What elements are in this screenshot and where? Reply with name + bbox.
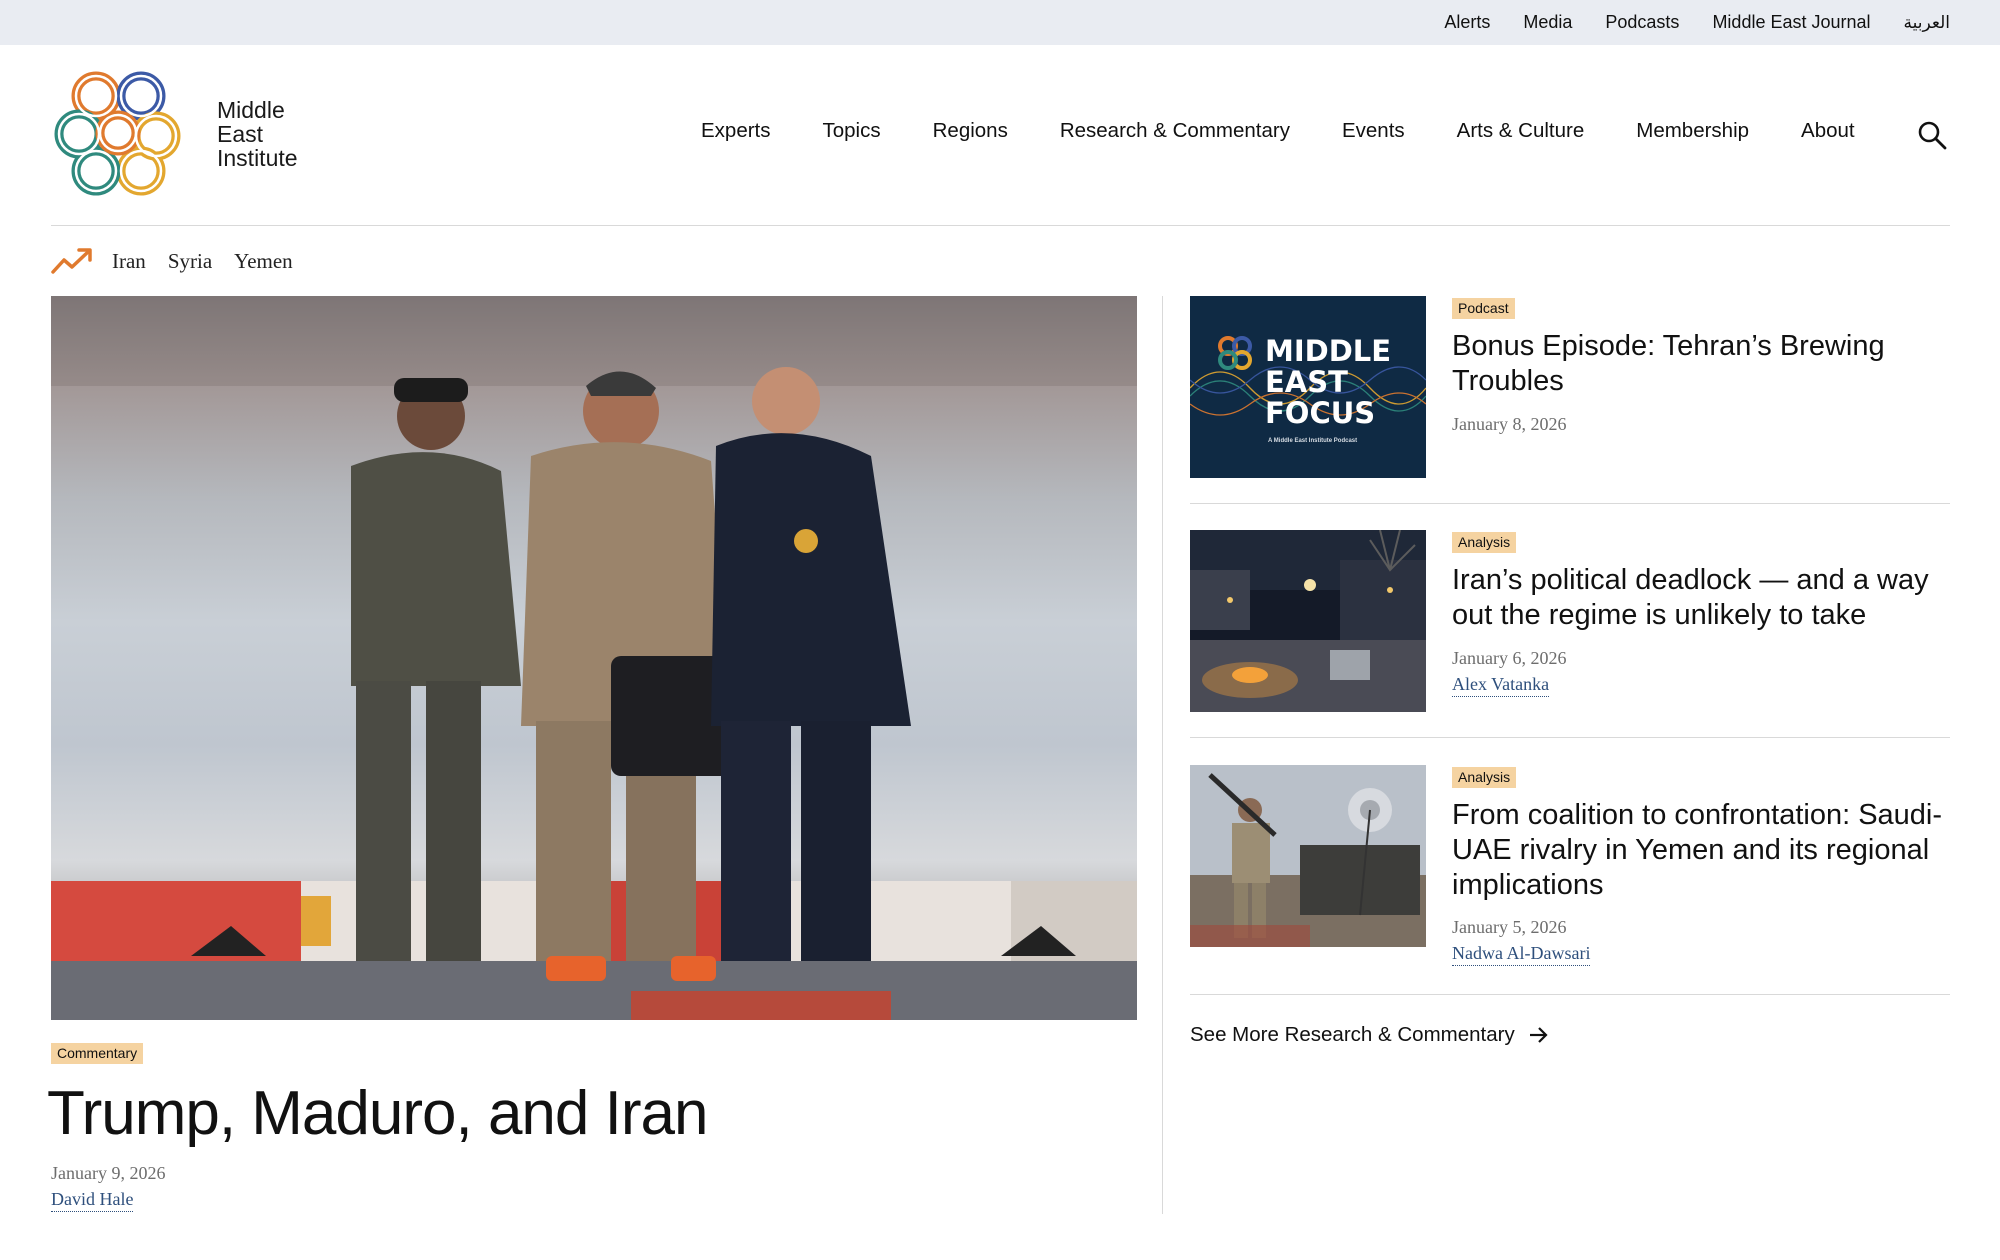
- nav-research-commentary[interactable]: Research & Commentary: [1060, 119, 1290, 143]
- arrow-right-icon: [1529, 1027, 1548, 1043]
- nav-events[interactable]: Events: [1342, 119, 1405, 143]
- utility-link-middle-east-journal[interactable]: Middle East Journal: [1712, 12, 1870, 33]
- podcast-thumbnail[interactable]: MIDDLE EAST FOCUS A Middle East Institut…: [1190, 296, 1426, 478]
- utility-nav: Alerts Media Podcasts Middle East Journa…: [1444, 0, 1950, 45]
- utility-link-alerts[interactable]: Alerts: [1444, 12, 1490, 33]
- trending-link-yemen[interactable]: Yemen: [234, 249, 293, 274]
- trending-up-icon: [51, 248, 92, 274]
- lead-tag-commentary[interactable]: Commentary: [51, 1043, 144, 1064]
- podcast-thumb-line-2: EAST: [1265, 365, 1348, 399]
- trending-link-syria[interactable]: Syria: [168, 249, 212, 274]
- card-tag-podcast[interactable]: Podcast: [1452, 298, 1515, 319]
- card-date-2: January 6, 2026: [1452, 648, 1567, 668]
- see-more-link[interactable]: See More Research & Commentary: [1190, 1023, 1549, 1047]
- podcast-thumb-line-3: FOCUS: [1265, 396, 1376, 430]
- trending-link-iran[interactable]: Iran: [112, 249, 146, 274]
- card-divider-2: [1190, 737, 1950, 738]
- see-more-label: See More Research & Commentary: [1190, 1023, 1515, 1046]
- card-divider-3: [1190, 994, 1950, 995]
- utility-bar: Alerts Media Podcasts Middle East Journa…: [0, 0, 2000, 45]
- card-thumbnail-3[interactable]: [1190, 765, 1426, 947]
- podcast-thumb-line-1: MIDDLE: [1265, 334, 1392, 368]
- podcast-thumb-subtitle: A Middle East Institute Podcast: [1268, 438, 1358, 444]
- brand-line-3: Institute: [217, 145, 298, 171]
- nav-regions[interactable]: Regions: [933, 119, 1008, 143]
- lead-story-image[interactable]: [51, 296, 1137, 1020]
- header-divider: [51, 225, 1950, 226]
- lead-date: January 9, 2026: [51, 1163, 166, 1183]
- nav-experts[interactable]: Experts: [701, 119, 771, 143]
- card-tag-analysis-1[interactable]: Analysis: [1452, 532, 1517, 553]
- card-author-link-3[interactable]: Nadwa Al-Dawsari: [1452, 943, 1591, 966]
- card-thumbnail-2[interactable]: [1190, 530, 1426, 712]
- lead-headline[interactable]: Trump, Maduro, and Iran: [47, 1078, 708, 1149]
- mei-logo[interactable]: [51, 66, 186, 201]
- card-date-3: January 5, 2026: [1452, 917, 1567, 937]
- utility-link-media[interactable]: Media: [1523, 12, 1572, 33]
- nav-membership[interactable]: Membership: [1636, 119, 1749, 143]
- nav-arts-culture[interactable]: Arts & Culture: [1457, 119, 1585, 143]
- card-divider-1: [1190, 503, 1950, 504]
- card-headline-2[interactable]: Iran’s political deadlock — and a way ou…: [1452, 563, 1952, 633]
- brand-line-1: Middle: [217, 97, 285, 123]
- brand-name[interactable]: Middle East Institute: [217, 98, 298, 170]
- card-headline-1[interactable]: Bonus Episode: Tehran’s Brewing Troubles: [1452, 329, 1952, 399]
- card-tag-analysis-2[interactable]: Analysis: [1452, 767, 1517, 788]
- lead-author-link[interactable]: David Hale: [51, 1189, 134, 1212]
- column-divider: [1162, 296, 1163, 1214]
- utility-link-arabic[interactable]: العربية: [1904, 13, 1950, 33]
- brand-line-2: East: [217, 121, 264, 147]
- utility-link-podcasts[interactable]: Podcasts: [1605, 12, 1679, 33]
- podcast-thumbnail-title: MIDDLE EAST FOCUS: [1265, 336, 1391, 429]
- main-nav: Experts Topics Regions Research & Commen…: [701, 119, 1855, 143]
- card-headline-3[interactable]: From coalition to confrontation: Saudi-U…: [1452, 798, 1952, 903]
- search-icon[interactable]: [1917, 120, 1947, 150]
- card-author-link-2[interactable]: Alex Vatanka: [1452, 674, 1550, 697]
- nav-topics[interactable]: Topics: [823, 119, 881, 143]
- card-date-1: January 8, 2026: [1452, 414, 1567, 434]
- trending-topics: Iran Syria Yemen: [112, 249, 293, 274]
- nav-about[interactable]: About: [1801, 119, 1855, 143]
